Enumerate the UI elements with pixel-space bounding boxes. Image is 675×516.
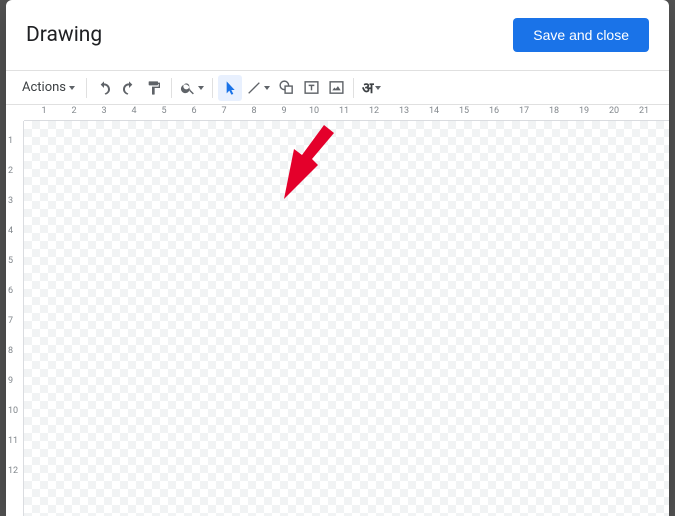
input-tools-menu[interactable]: अ <box>359 75 384 101</box>
ruler-tick: 2 <box>71 106 76 116</box>
ruler-tick: 7 <box>8 316 13 326</box>
ruler-tick: 6 <box>8 286 13 296</box>
ruler-tick: 10 <box>309 106 319 116</box>
ruler-tick: 13 <box>399 106 409 116</box>
shape-tool-menu[interactable] <box>274 75 298 101</box>
ruler-tick: 9 <box>281 106 286 116</box>
separator <box>86 78 87 98</box>
actions-menu[interactable]: Actions <box>12 75 81 101</box>
ruler-tick: 9 <box>8 376 13 386</box>
ruler-tick: 12 <box>8 466 18 476</box>
ruler-tick: 2 <box>8 166 13 176</box>
ruler-tick: 11 <box>8 436 18 446</box>
separator <box>171 78 172 98</box>
separator <box>212 78 213 98</box>
ruler-tick: 1 <box>8 136 13 146</box>
caret-down-icon <box>375 86 381 90</box>
paint-roller-icon <box>146 80 162 96</box>
ruler-tick: 15 <box>459 106 469 116</box>
redo-button[interactable] <box>117 75 141 101</box>
textbox-icon <box>303 79 320 96</box>
drawing-canvas[interactable] <box>24 121 669 516</box>
ruler-tick: 3 <box>8 196 13 206</box>
separator <box>353 78 354 98</box>
ruler-tick: 7 <box>221 106 226 116</box>
toolbar: Actions <box>6 71 669 105</box>
modal-header: Drawing Save and close <box>6 0 669 71</box>
ruler-tick: 5 <box>161 106 166 116</box>
line-tool-menu[interactable] <box>243 75 273 101</box>
ruler-tick: 18 <box>549 106 559 116</box>
ruler-tick: 14 <box>429 106 439 116</box>
line-icon <box>246 80 262 96</box>
ruler-tick: 11 <box>339 106 349 116</box>
image-tool[interactable] <box>324 75 348 101</box>
drawing-modal: Drawing Save and close Actions <box>6 0 669 516</box>
select-tool[interactable] <box>218 75 242 101</box>
zoom-icon <box>180 80 196 96</box>
zoom-menu[interactable] <box>177 75 207 101</box>
undo-icon <box>96 80 112 96</box>
textbox-tool[interactable] <box>299 75 323 101</box>
redo-icon <box>121 80 137 96</box>
ruler-tick: 20 <box>609 106 619 116</box>
ruler-tick: 16 <box>489 106 499 116</box>
undo-button[interactable] <box>92 75 116 101</box>
shape-icon <box>278 79 295 96</box>
annotation-arrow-icon <box>264 121 344 201</box>
horizontal-ruler: 1123456789101112131415161718192021 <box>24 105 669 121</box>
vertical-ruler: 1123456789101112 <box>6 121 24 516</box>
workarea: 1123456789101112 <box>6 121 669 516</box>
ruler-tick: 1 <box>41 106 46 116</box>
ruler-tick: 4 <box>131 106 136 116</box>
paint-format-button[interactable] <box>142 75 166 101</box>
save-and-close-button[interactable]: Save and close <box>513 18 649 52</box>
image-icon <box>328 79 345 96</box>
ruler-tick: 6 <box>191 106 196 116</box>
ruler-tick: 8 <box>8 346 13 356</box>
ruler-tick: 19 <box>579 106 589 116</box>
ruler-tick: 10 <box>8 406 18 416</box>
cursor-icon <box>222 80 238 96</box>
caret-down-icon <box>69 86 75 90</box>
ruler-tick: 5 <box>8 256 13 266</box>
caret-down-icon <box>264 86 270 90</box>
ruler-tick: 4 <box>8 226 13 236</box>
ruler-tick: 21 <box>639 106 649 116</box>
ruler-tick: 8 <box>251 106 256 116</box>
ruler-tick: 17 <box>519 106 529 116</box>
ruler-tick: 3 <box>101 106 106 116</box>
modal-title: Drawing <box>26 23 102 47</box>
caret-down-icon <box>198 86 204 90</box>
ruler-tick: 12 <box>369 106 379 116</box>
language-glyph: अ <box>362 78 373 98</box>
actions-label: Actions <box>22 80 66 95</box>
